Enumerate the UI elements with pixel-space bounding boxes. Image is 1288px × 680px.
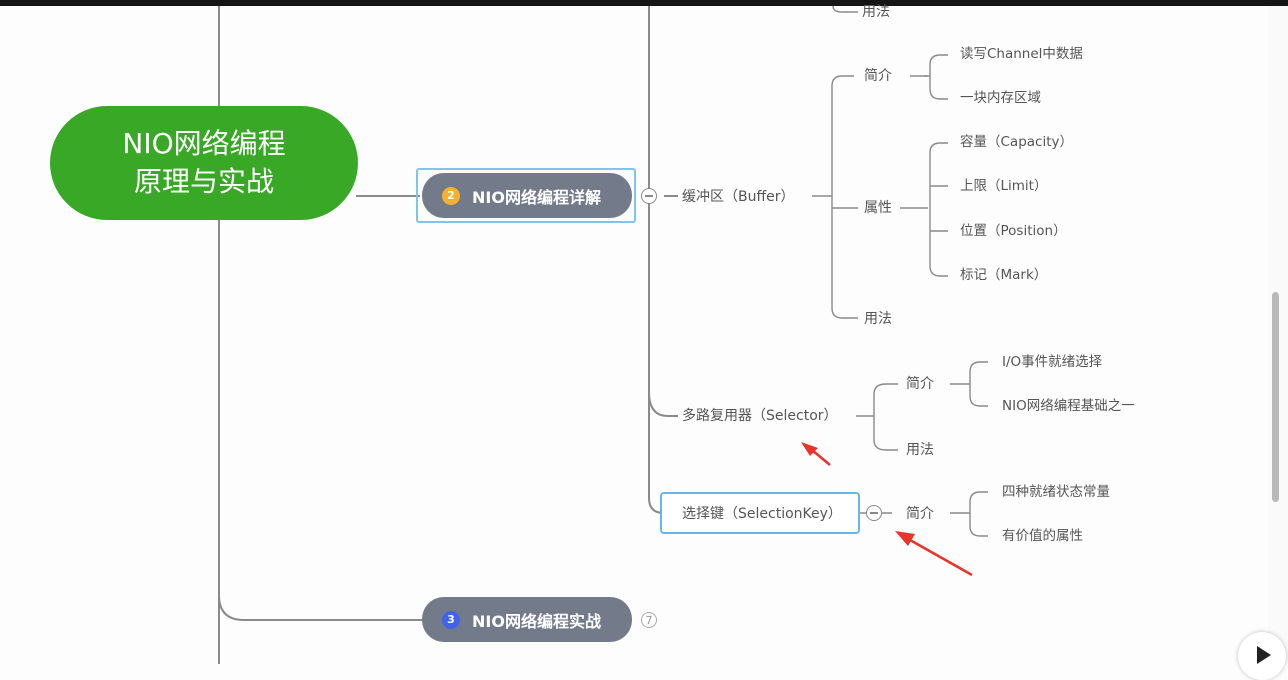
collapsed-count-badge[interactable]: 7 <box>641 612 657 628</box>
topic-usage-partial[interactable]: 用法 <box>862 3 890 21</box>
topic-limit[interactable]: 上限（Limit） <box>960 177 1047 195</box>
topic-buffer-intro-item[interactable]: 读写Channel中数据 <box>960 45 1083 63</box>
collapse-toggle-icon[interactable] <box>866 505 882 521</box>
topic-buffer-intro[interactable]: 简介 <box>864 67 892 85</box>
node-number-badge: 2 <box>442 186 460 205</box>
topic-selection-key-intro-item[interactable]: 四种就绪状态常量 <box>1002 483 1110 501</box>
scrollbar-thumb[interactable] <box>1272 292 1279 502</box>
topic-selection-key-intro[interactable]: 简介 <box>906 505 934 523</box>
topic-buffer-usage[interactable]: 用法 <box>864 310 892 328</box>
topic-selection-key-intro-item[interactable]: 有价值的属性 <box>1002 527 1083 545</box>
node-label: NIO网络编程实战 <box>472 611 601 631</box>
root-node[interactable]: NIO网络编程 原理与实战 <box>50 106 358 220</box>
root-title-line2: 原理与实战 <box>133 165 274 198</box>
topic-buffer[interactable]: 缓冲区（Buffer） <box>682 188 795 206</box>
topic-selection-key[interactable]: 选择键（SelectionKey） <box>682 505 842 523</box>
connector-lines <box>218 5 988 664</box>
topic-mark[interactable]: 标记（Mark） <box>960 266 1047 284</box>
topic-position[interactable]: 位置（Position） <box>960 222 1067 240</box>
node-nio-detail[interactable]: 2 NIO网络编程详解 <box>422 173 632 218</box>
topic-selector-intro-item[interactable]: I/O事件就绪选择 <box>1002 353 1102 371</box>
annotation-arrow <box>801 442 831 466</box>
topic-selector-intro-item[interactable]: NIO网络编程基础之一 <box>1002 397 1135 415</box>
topic-selector-usage[interactable]: 用法 <box>906 441 934 459</box>
topic-buffer-attr[interactable]: 属性 <box>864 199 892 217</box>
node-number-badge: 3 <box>442 610 460 629</box>
node-nio-practice[interactable]: 3 NIO网络编程实战 <box>422 597 632 642</box>
node-label: NIO网络编程详解 <box>472 187 601 207</box>
root-title-line1: NIO网络编程 <box>122 127 286 160</box>
topic-selector-intro[interactable]: 简介 <box>906 375 934 393</box>
collapse-toggle-icon[interactable] <box>641 188 657 204</box>
topic-buffer-intro-item[interactable]: 一块内存区域 <box>960 89 1041 107</box>
topic-selector[interactable]: 多路复用器（Selector） <box>682 407 838 425</box>
topic-capacity[interactable]: 容量（Capacity） <box>960 133 1073 151</box>
play-icon[interactable] <box>1238 632 1286 680</box>
